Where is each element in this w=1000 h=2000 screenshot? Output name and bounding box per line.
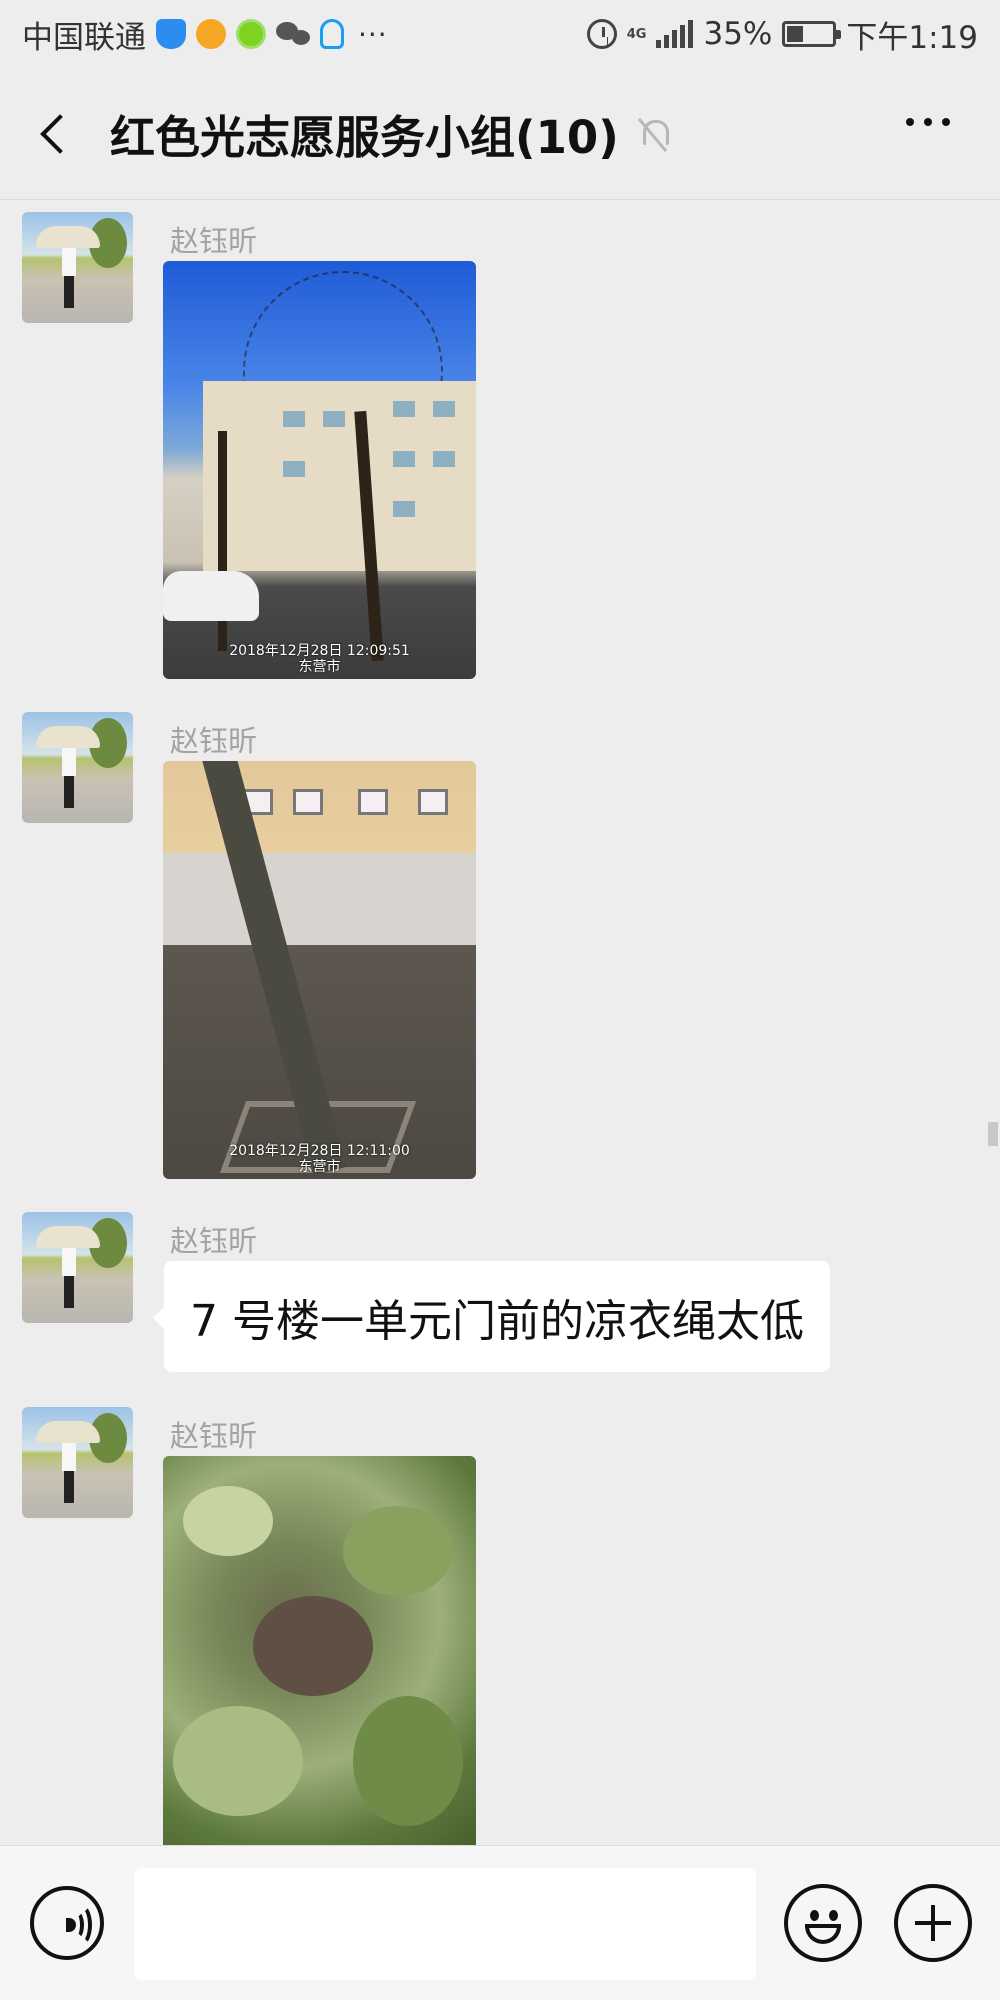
photo-location: 东营市 <box>298 659 341 675</box>
text-message-bubble[interactable]: 7 号楼一单元门前的凉衣绳太低 <box>164 1261 830 1372</box>
avatar[interactable] <box>22 1212 133 1323</box>
sender-name: 赵钰昕 <box>170 1224 258 1258</box>
avatar[interactable] <box>22 1407 133 1518</box>
more-dot <box>906 118 914 126</box>
sender-name: 赵钰昕 <box>170 224 258 258</box>
signal-icon <box>656 20 694 48</box>
scroll-indicator[interactable] <box>988 1122 998 1146</box>
image-message[interactable]: 2018年12月28日 12:11:00 东营市 <box>163 761 476 1179</box>
plus-button[interactable] <box>894 1884 972 1962</box>
alarm-icon <box>586 19 617 49</box>
photo-wall <box>163 853 476 945</box>
qq-icon <box>320 19 344 49</box>
photo-car <box>163 571 259 621</box>
clock: 下午1:19 <box>846 19 978 56</box>
status-bar-left: 中国联通 ··· <box>22 12 388 57</box>
more-dot <box>942 118 950 126</box>
message-input[interactable] <box>134 1868 756 1980</box>
shield-icon <box>156 19 186 49</box>
chat-header: 红色光志愿服务小组(10) <box>0 68 1000 200</box>
network-type-label: 4G <box>626 26 647 42</box>
more-button[interactable] <box>906 118 950 126</box>
chat-title: 红色光志愿服务小组(10) <box>110 111 619 164</box>
back-chevron-icon <box>40 113 80 154</box>
wechat-icon <box>276 20 310 48</box>
sender-name: 赵钰昕 <box>170 724 258 758</box>
status-bar: 中国联通 ··· 4G 35% 下午1:19 <box>0 0 1000 68</box>
chat-message-list[interactable]: 赵钰昕 2018年12月28日 12:09:51 东营市 赵钰昕 2018年12… <box>0 200 1000 1845</box>
status-bar-right: 4G 35% 下午1:19 <box>586 12 978 57</box>
photo-timestamp: 2018年12月28日 12:09:51 <box>229 643 410 659</box>
voice-button[interactable] <box>30 1886 104 1960</box>
back-button[interactable] <box>0 68 110 200</box>
carrier-label: 中国联通 <box>22 19 146 56</box>
message-app-icon <box>236 19 266 49</box>
sender-name: 赵钰昕 <box>170 1419 258 1453</box>
photo-location: 东营市 <box>298 1159 341 1175</box>
emoji-icon <box>810 1910 819 1921</box>
avatar[interactable] <box>22 712 133 823</box>
image-message[interactable]: 2018年12月28日 12:09:51 东营市 <box>163 261 476 679</box>
avatar[interactable] <box>22 212 133 323</box>
input-bar <box>0 1845 1000 2000</box>
battery-icon <box>782 21 842 47</box>
more-dot <box>924 118 932 126</box>
battery-percent: 35% <box>703 16 773 52</box>
mute-bell-icon <box>637 116 669 152</box>
more-notifications-icon: ··· <box>358 17 388 51</box>
image-message[interactable] <box>163 1456 476 1845</box>
photo-timestamp: 2018年12月28日 12:11:00 <box>229 1143 410 1159</box>
mail-icon <box>196 19 226 49</box>
emoji-button[interactable] <box>784 1884 862 1962</box>
